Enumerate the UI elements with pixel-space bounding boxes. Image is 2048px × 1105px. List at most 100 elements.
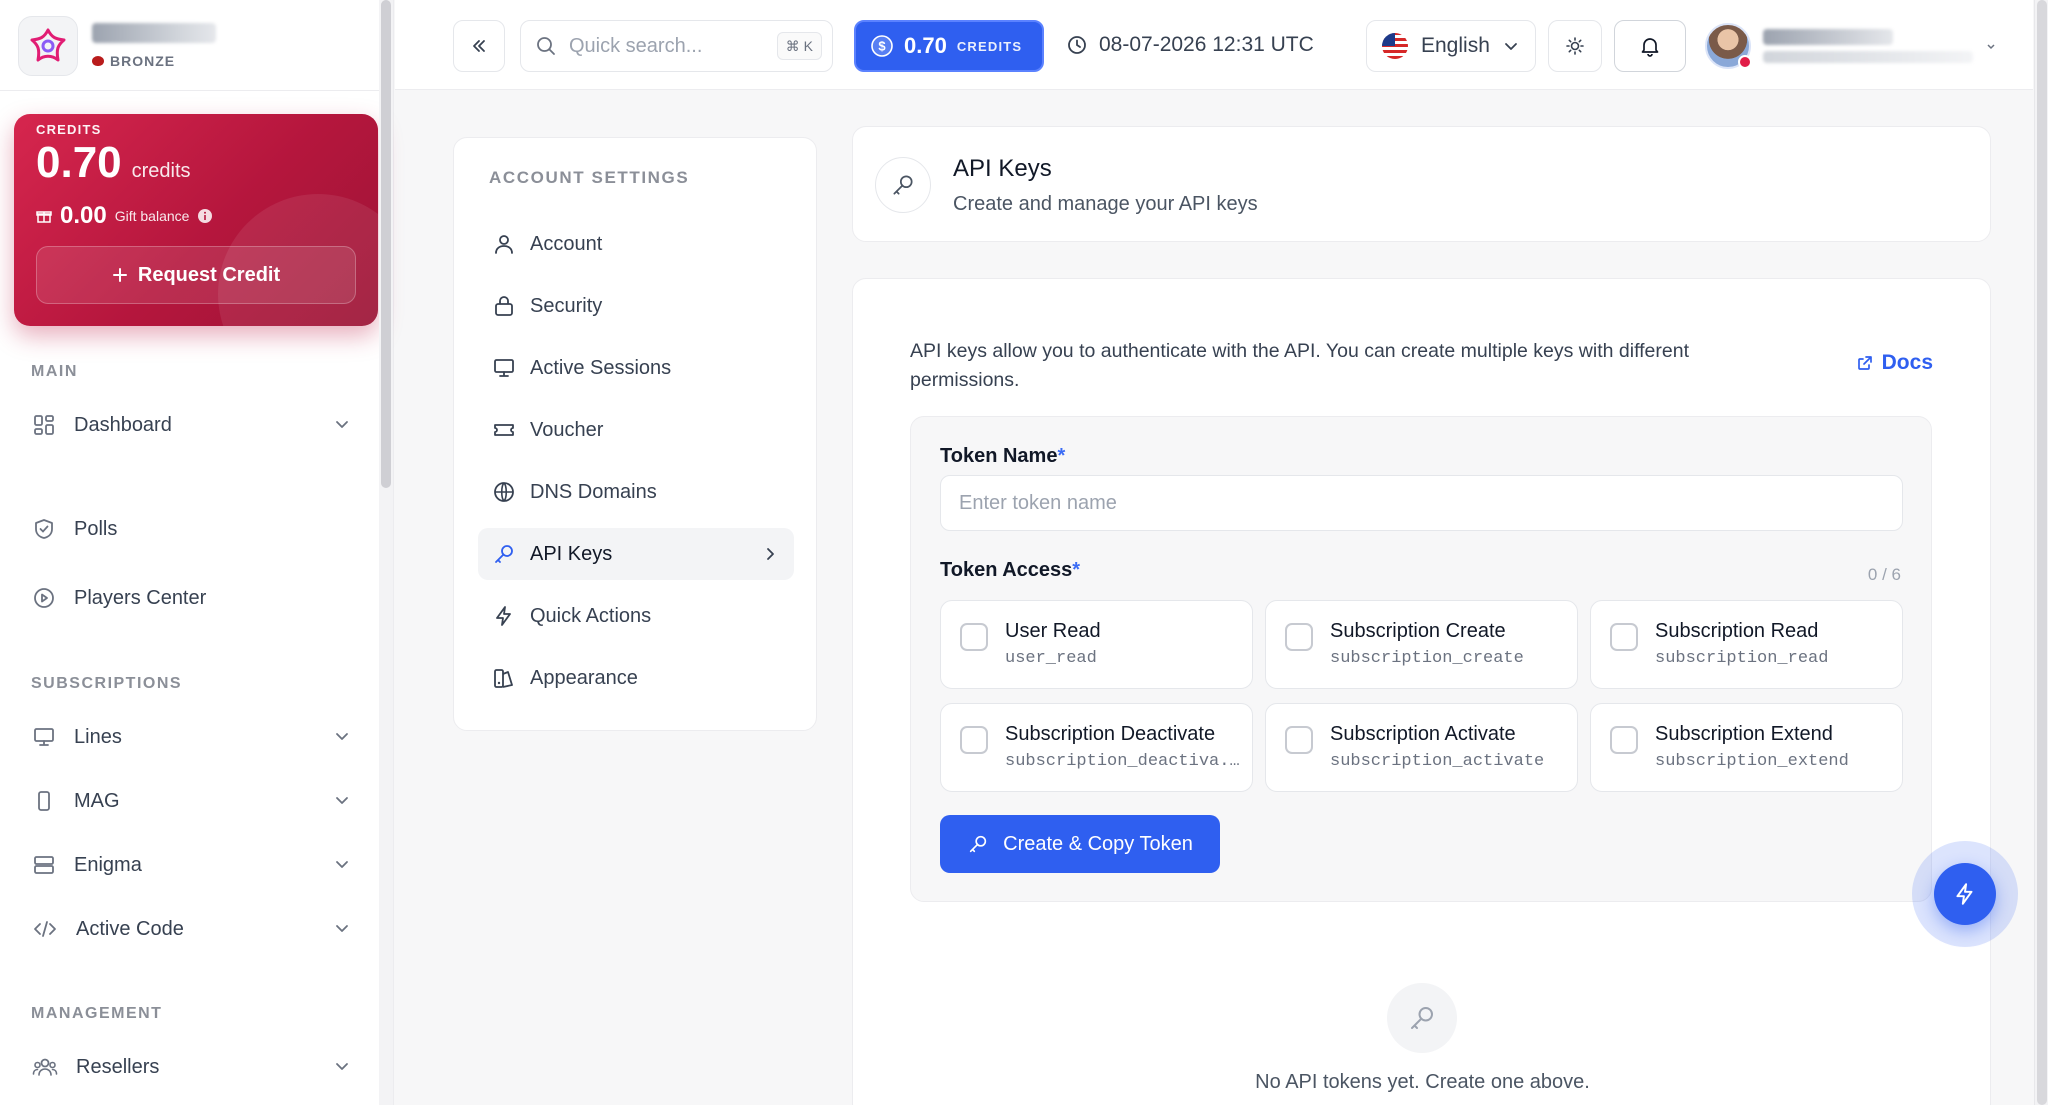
users-icon: [32, 1058, 58, 1076]
code-icon: [34, 921, 56, 937]
settings-item-label: Quick Actions: [530, 604, 652, 627]
language-select[interactable]: English: [1366, 20, 1536, 72]
permission-subscription-read[interactable]: Subscription Read subscription_read: [1590, 600, 1903, 689]
token-name-label: Token Name*: [940, 445, 1065, 468]
settings-item-quick-actions[interactable]: Quick Actions: [478, 590, 794, 642]
theme-toggle-button[interactable]: [1548, 20, 1602, 72]
key-icon: [969, 835, 987, 853]
play-circle-icon: [34, 588, 54, 608]
sun-icon: [1566, 37, 1584, 55]
permission-subscription-deactivate[interactable]: Subscription Deactivate subscription_dea…: [940, 703, 1253, 792]
permission-subscription-create[interactable]: Subscription Create subscription_create: [1265, 600, 1578, 689]
user-menu[interactable]: [1705, 20, 1997, 72]
external-link-icon: [1857, 356, 1872, 370]
permission-title: Subscription Create: [1330, 620, 1506, 642]
sidebar-item-enigma[interactable]: Enigma: [24, 843, 364, 887]
required-mark: *: [1057, 445, 1066, 467]
quick-actions-fab[interactable]: [1934, 863, 1996, 925]
sidebar-scrollbar-thumb[interactable]: [381, 0, 391, 488]
sidebar-item-label: Enigma: [74, 853, 142, 876]
sidebar-scrollbar[interactable]: [379, 0, 393, 1105]
sidebar-item-polls[interactable]: Polls: [24, 507, 364, 551]
sidebar-item-dashboard[interactable]: Dashboard: [24, 403, 364, 447]
sidebar-item-mag[interactable]: MAG: [24, 779, 364, 823]
bolt-icon: [496, 606, 511, 626]
settings-item-label: Active Sessions: [530, 356, 672, 379]
account-settings-nav: ACCOUNT SETTINGS Account Security Active…: [453, 137, 817, 731]
sidebar-item-label: Dashboard: [74, 413, 172, 436]
token-access-label: Token Access*: [940, 559, 1080, 582]
settings-item-active-sessions[interactable]: Active Sessions: [478, 342, 794, 394]
svg-text:$: $: [878, 39, 886, 54]
search-placeholder: Quick search...: [569, 34, 703, 57]
quick-search[interactable]: Quick search... ⌘ K: [520, 20, 833, 72]
credit-card: CREDITS 0.70 credits 0.00 Gift balance R…: [14, 114, 378, 326]
permission-checkbox[interactable]: [960, 623, 988, 651]
token-name-label-text: Token Name: [940, 445, 1058, 467]
chevrons-left-icon: [473, 40, 485, 52]
sidebar-divider: [0, 90, 394, 91]
datetime-text: 08-07-2026 12:31 UTC: [1099, 33, 1314, 56]
sidebar-item-label: Players Center: [74, 586, 207, 609]
page-scrollbar-thumb[interactable]: [2037, 0, 2047, 1105]
permission-checkbox[interactable]: [1610, 623, 1638, 651]
settings-item-api-keys[interactable]: API Keys: [478, 528, 794, 580]
settings-item-security[interactable]: Security: [478, 280, 794, 332]
palette-icon: [494, 669, 513, 688]
settings-item-label: Voucher: [530, 418, 604, 441]
empty-state-icon: [1387, 983, 1457, 1053]
settings-item-voucher[interactable]: Voucher: [478, 404, 794, 456]
logo-icon: [30, 28, 66, 62]
permission-code: subscription_activate: [1330, 752, 1545, 771]
permission-title: Subscription Read: [1655, 620, 1819, 642]
credits-label: CREDITS: [956, 38, 1023, 54]
permission-checkbox[interactable]: [1285, 623, 1313, 651]
status-dot: [1738, 55, 1752, 69]
plus-icon: [112, 268, 127, 282]
page-scrollbar[interactable]: [2034, 0, 2048, 1105]
notifications-button[interactable]: [1614, 20, 1686, 72]
shortcut-hint: ⌘ K: [776, 32, 822, 60]
sidebar-item-active-code[interactable]: Active Code: [24, 907, 364, 951]
permission-subscription-extend[interactable]: Subscription Extend subscription_extend: [1590, 703, 1903, 792]
ticket-icon: [494, 424, 514, 436]
permission-checkbox[interactable]: [1610, 726, 1638, 754]
server-icon: [34, 856, 54, 874]
info-icon[interactable]: [197, 208, 213, 224]
credits-pill[interactable]: $ 0.70 CREDITS: [854, 20, 1044, 72]
gift-balance: 0.00 Gift balance: [36, 202, 213, 230]
permission-user-read[interactable]: User Read user_read: [940, 600, 1253, 689]
sidebar-item-lines[interactable]: Lines: [24, 715, 364, 759]
permission-subscription-activate[interactable]: Subscription Activate subscription_activ…: [1265, 703, 1578, 792]
create-button-label: Create & Copy Token: [1003, 832, 1193, 855]
empty-state-text: No API tokens yet. Create one above.: [1255, 1071, 1590, 1093]
settings-item-label: Account: [530, 232, 603, 255]
token-name-input[interactable]: [940, 475, 1903, 531]
search-icon: [537, 37, 555, 55]
sidebar-item-players-center[interactable]: Players Center: [24, 576, 364, 620]
permission-checkbox[interactable]: [960, 726, 988, 754]
settings-item-label: Security: [530, 294, 603, 317]
permission-title: User Read: [1005, 620, 1101, 642]
settings-item-dns-domains[interactable]: DNS Domains: [478, 466, 794, 518]
settings-item-appearance[interactable]: Appearance: [478, 652, 794, 704]
us-flag-icon: [1382, 33, 1408, 59]
bell-icon: [1641, 38, 1659, 57]
section-main: MAIN: [31, 363, 78, 380]
request-credit-button[interactable]: Request Credit: [36, 246, 356, 304]
sidebar-item-resellers[interactable]: Resellers: [24, 1045, 364, 1089]
page-header: API Keys Create and manage your API keys: [852, 126, 1991, 242]
logo[interactable]: [18, 16, 78, 76]
dashboard-icon: [34, 415, 54, 435]
chevron-down-icon: [1504, 43, 1517, 50]
bolt-icon: [1956, 883, 1973, 905]
credit-amount: 0.70: [36, 138, 122, 187]
permission-checkbox[interactable]: [1285, 726, 1313, 754]
gift-label: Gift balance: [114, 208, 190, 224]
settings-item-account[interactable]: Account: [478, 218, 794, 270]
sidebar-item-label: Lines: [74, 725, 122, 748]
collapse-sidebar-button[interactable]: [453, 20, 505, 72]
create-copy-token-button[interactable]: Create & Copy Token: [940, 815, 1220, 873]
docs-link[interactable]: Docs: [1856, 351, 1933, 375]
language-label: English: [1421, 34, 1490, 57]
